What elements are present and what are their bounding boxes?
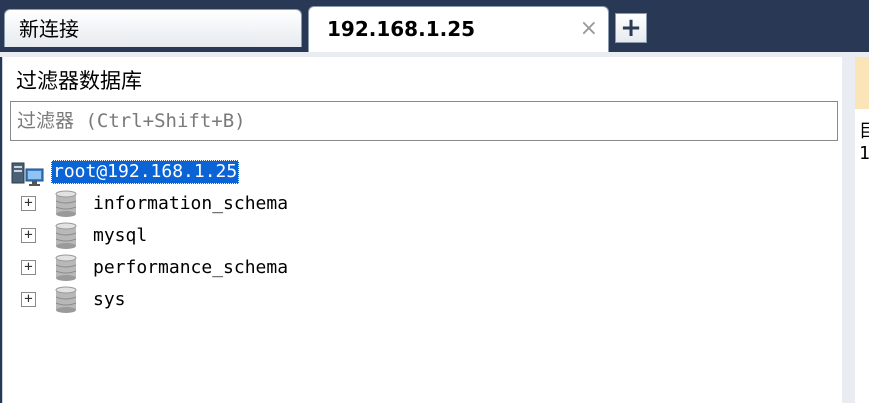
tree-root-connection[interactable]: root@192.168.1.25 (11, 157, 271, 189)
tree-item-label: sys (93, 289, 126, 310)
server-icon (11, 162, 44, 186)
expand-icon[interactable]: + (21, 260, 36, 275)
tree-root-label: root@192.168.1.25 (51, 160, 240, 184)
filter-input[interactable]: 过滤器 (Ctrl+Shift+B) (10, 101, 838, 141)
database-icon (55, 286, 77, 313)
plus-icon: + (620, 13, 642, 43)
tree-item-mysql[interactable]: + mysql (19, 221, 339, 251)
database-icon (55, 190, 77, 217)
panel-title: 过滤器数据库 (16, 69, 142, 93)
expand-icon[interactable]: + (21, 292, 36, 307)
tree-item-label: performance_schema (93, 257, 289, 278)
panel-splitter[interactable] (842, 57, 855, 403)
tab-label: 新连接 (19, 17, 79, 41)
expand-icon[interactable]: + (21, 228, 36, 243)
tab-new-connection[interactable]: 新连接 (4, 9, 302, 47)
right-panel-header (855, 57, 869, 109)
tree-item-label: information_schema (93, 193, 289, 214)
tab-bar: 新连接 192.168.1.25 × + (0, 0, 869, 55)
close-icon[interactable]: × (580, 7, 598, 51)
database-icon (55, 222, 77, 249)
tree-item-label: mysql (93, 225, 148, 246)
tree-item-sys[interactable]: + sys (19, 285, 339, 315)
add-tab-button[interactable]: + (615, 13, 647, 43)
tab-label: 192.168.1.25 (327, 17, 476, 41)
database-icon (55, 254, 77, 281)
expand-icon[interactable]: + (21, 196, 36, 211)
right-panel-text: 目 (859, 121, 869, 142)
right-panel-text: 1 (859, 143, 869, 164)
database-navigator-panel: 过滤器数据库 过滤器 (Ctrl+Shift+B) root@192.168.1… (2, 57, 842, 403)
tree-item-information-schema[interactable]: + information_schema (19, 189, 339, 219)
right-panel: 目 1 (855, 57, 869, 403)
tab-connection-192-168-1-25[interactable]: 192.168.1.25 × (308, 6, 609, 55)
tree-item-performance-schema[interactable]: + performance_schema (19, 253, 339, 283)
